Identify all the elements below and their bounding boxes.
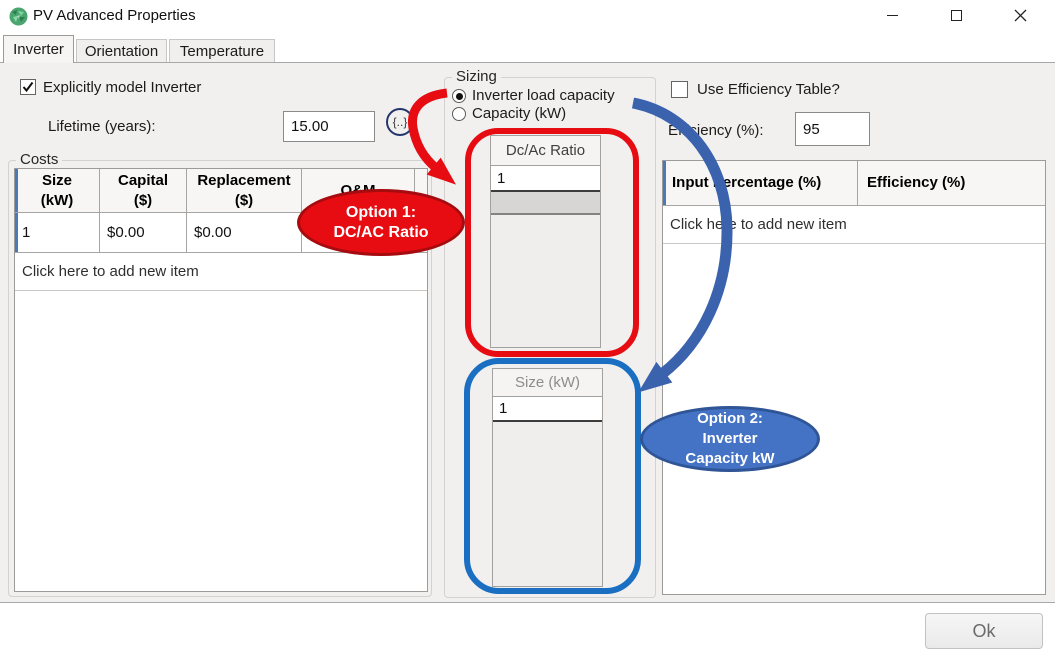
title-bar: PV Advanced Properties [0, 0, 1055, 32]
efficiency-col-input-percentage[interactable]: Input Percentage (%) [663, 161, 858, 205]
tab-orientation[interactable]: Orientation [76, 39, 167, 63]
costs-add-row[interactable]: Click here to add new item [15, 253, 427, 291]
capacity-kw-label: Capacity (kW) [472, 105, 566, 122]
efficiency-label: Efficiency (%): [668, 122, 764, 139]
costs-cell-capital[interactable]: $0.00 [100, 213, 187, 252]
costs-cell-replacement[interactable]: $0.00 [187, 213, 302, 252]
efficiency-add-row[interactable]: Click here to add new item [663, 206, 1045, 244]
explicitly-model-inverter-checkbox[interactable] [20, 79, 36, 95]
size-kw-table: Size (kW) 1 [492, 368, 603, 587]
lifetime-label: Lifetime (years): [48, 118, 156, 135]
costs-table-row[interactable]: 1 $0.00 $0.00 [15, 213, 427, 253]
footer-bar [0, 602, 1055, 654]
efficiency-table: Input Percentage (%) Efficiency (%) Clic… [662, 160, 1046, 595]
window-title: PV Advanced Properties [33, 7, 196, 24]
inverter-load-capacity-label: Inverter load capacity [472, 87, 615, 104]
dcac-ratio-cell[interactable]: 1 [491, 166, 600, 192]
efficiency-col-efficiency[interactable]: Efficiency (%) [858, 161, 1045, 205]
explicitly-model-inverter-label: Explicitly model Inverter [43, 79, 201, 96]
size-kw-header[interactable]: Size (kW) [493, 369, 602, 397]
row-accent-stripe [15, 213, 18, 252]
use-efficiency-table-checkbox[interactable] [671, 81, 688, 98]
lifetime-sensitivity-button[interactable]: {..} [386, 108, 414, 136]
lifetime-input[interactable] [283, 111, 375, 142]
app-logo-icon [9, 7, 28, 26]
costs-cell-om[interactable] [302, 213, 415, 252]
ok-button[interactable]: Ok [925, 613, 1043, 649]
minimize-button[interactable] [869, 0, 915, 30]
maximize-icon [951, 10, 962, 21]
costs-col-filler [415, 169, 427, 212]
dcac-ratio-new-row[interactable] [491, 192, 600, 215]
tab-temperature[interactable]: Temperature [169, 39, 275, 63]
costs-col-capital[interactable]: Capital ($) [100, 169, 187, 212]
maximize-button[interactable] [933, 0, 979, 30]
inverter-load-capacity-radio[interactable] [452, 89, 466, 103]
costs-table-header-row: Size (kW) Capital ($) Replacement ($) O&… [15, 169, 427, 213]
costs-col-size[interactable]: Size (kW) [15, 169, 100, 212]
efficiency-input[interactable] [795, 112, 870, 146]
costs-cell-size[interactable]: 1 [15, 213, 100, 252]
efficiency-table-header-row: Input Percentage (%) Efficiency (%) [663, 161, 1045, 206]
tab-inverter[interactable]: Inverter [3, 35, 74, 63]
costs-col-om[interactable]: O&M [302, 169, 415, 212]
close-icon [1014, 9, 1027, 22]
costs-col-replacement[interactable]: Replacement ($) [187, 169, 302, 212]
costs-table: Size (kW) Capital ($) Replacement ($) O&… [14, 168, 428, 592]
size-kw-cell[interactable]: 1 [493, 397, 602, 422]
sizing-group-label: Sizing [452, 68, 501, 85]
dcac-ratio-header[interactable]: Dc/Ac Ratio [491, 136, 600, 166]
checkmark-icon [22, 81, 34, 93]
header-accent-stripe [15, 169, 18, 212]
use-efficiency-table-label: Use Efficiency Table? [697, 81, 840, 98]
capacity-kw-radio[interactable] [452, 107, 466, 121]
minimize-icon [887, 15, 898, 16]
costs-group-label: Costs [16, 151, 62, 168]
close-button[interactable] [997, 0, 1043, 30]
pv-advanced-properties-dialog: PV Advanced Properties Inverter Orientat… [0, 0, 1055, 654]
dcac-ratio-table: Dc/Ac Ratio 1 [490, 135, 601, 348]
header-accent-stripe [663, 161, 666, 205]
